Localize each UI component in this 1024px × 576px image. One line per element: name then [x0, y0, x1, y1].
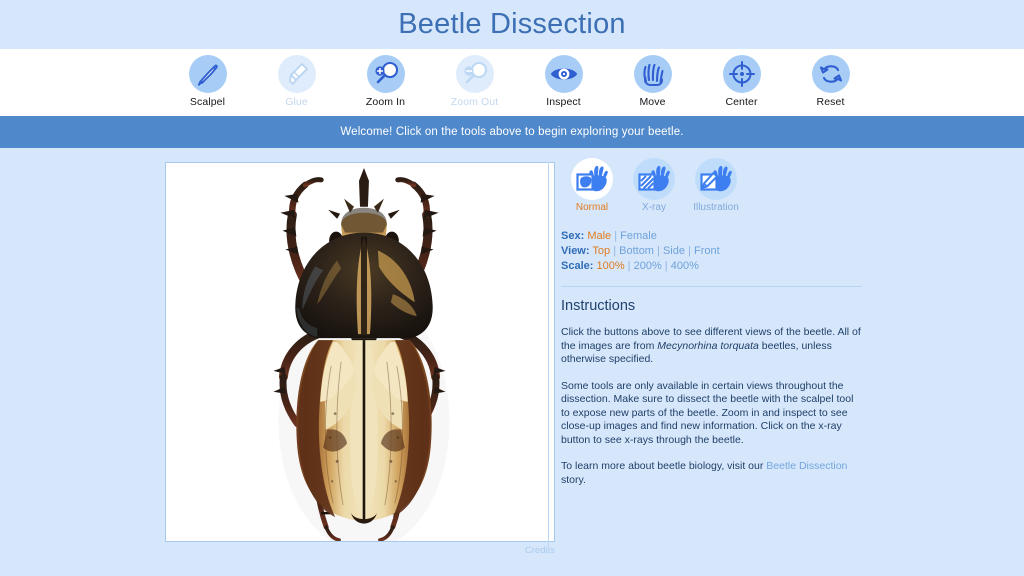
option-sex-female[interactable]: Female: [620, 230, 657, 242]
panel-divider-vertical: [548, 162, 549, 554]
instructions-paragraph-2: Some tools are only available in certain…: [561, 379, 854, 446]
glove-xray-icon: [633, 158, 675, 200]
page-header: Beetle Dissection: [0, 0, 1024, 49]
crosshair-icon: [722, 55, 761, 93]
option-scale-400[interactable]: 400%: [671, 260, 699, 272]
glue-icon: [277, 55, 316, 93]
option-view-top[interactable]: Top: [592, 245, 610, 257]
option-row-view: View: Top | Bottom | Side | Front: [561, 245, 720, 257]
panel-divider-horizontal: [561, 286, 862, 287]
tool-zoom-in[interactable]: Zoom In: [341, 49, 430, 108]
option-list: Sex: Male | Female View: Top | Bottom | …: [561, 229, 881, 274]
instructions-heading: Instructions: [561, 298, 636, 314]
zoom-out-icon: [455, 55, 494, 93]
view-mode-label: Normal: [575, 202, 609, 213]
tool-label: Center: [725, 96, 758, 108]
beetle-image-panel[interactable]: [165, 162, 555, 542]
tool-palette: Scalpel Glue Zoom In Zoom Out Inspect Mo…: [0, 49, 1024, 116]
view-mode-label: Illustration: [693, 202, 739, 213]
beetle-dissection-story-link[interactable]: Beetle Dissection: [766, 460, 847, 472]
page-title: Beetle Dissection: [398, 8, 626, 40]
option-scale-200[interactable]: 200%: [634, 260, 662, 272]
instructions-paragraph-3: To learn more about beetle biology, visi…: [561, 460, 863, 487]
instructions-p3-part-a: To learn more about beetle biology, visi…: [561, 460, 767, 472]
tool-label: Zoom In: [365, 96, 406, 108]
tool-center[interactable]: Center: [697, 49, 786, 108]
glove-pencil-icon: [695, 158, 737, 200]
option-key: Sex:: [561, 230, 585, 242]
instructions-section: Instructions Click the buttons above to …: [561, 298, 863, 487]
glove-frame-icon: [571, 158, 613, 200]
option-key: View:: [561, 245, 590, 257]
view-mode-illustration[interactable]: Illustration: [685, 158, 747, 213]
tool-reset[interactable]: Reset: [786, 49, 875, 108]
banner-message: Welcome! Click on the tools above to beg…: [340, 126, 684, 138]
tool-label: Move: [639, 96, 666, 108]
eye-icon: [544, 55, 583, 93]
credits-link[interactable]: Credits: [165, 545, 555, 556]
tool-zoom-out[interactable]: Zoom Out: [430, 49, 519, 108]
controls-panel: Normal X-ray Illustration Sex: Male | Fe…: [561, 158, 881, 274]
main-stage: Credits Normal X-ray Illustration Sex: M…: [0, 148, 1024, 576]
instructions-paragraph-1: Click the buttons above to see different…: [561, 326, 863, 367]
tool-inspect[interactable]: Inspect: [519, 49, 608, 108]
hand-move-icon: [633, 55, 672, 93]
tool-label: Zoom Out: [450, 96, 499, 108]
option-row-sex: Sex: Male | Female: [561, 230, 657, 242]
option-row-scale: Scale: 100% | 200% | 400%: [561, 260, 699, 272]
tool-label: Inspect: [546, 96, 581, 108]
tool-glue[interactable]: Glue: [252, 49, 341, 108]
view-mode-normal[interactable]: Normal: [561, 158, 623, 213]
view-mode-group: Normal X-ray Illustration: [561, 158, 881, 213]
option-view-bottom[interactable]: Bottom: [619, 245, 654, 257]
tool-label: Scalpel: [189, 96, 226, 108]
refresh-icon: [811, 55, 850, 93]
tool-move[interactable]: Move: [608, 49, 697, 108]
option-sex-male[interactable]: Male: [587, 230, 611, 242]
option-scale-100[interactable]: 100%: [596, 260, 624, 272]
scalpel-icon: [188, 55, 227, 93]
instructions-p3-part-b: story.: [561, 473, 586, 486]
view-mode-xray[interactable]: X-ray: [623, 158, 685, 213]
beetle-specimen-image: [166, 163, 554, 541]
status-banner: Welcome! Click on the tools above to beg…: [0, 116, 1024, 148]
option-view-front[interactable]: Front: [694, 245, 720, 257]
tool-label: Reset: [816, 96, 845, 108]
option-view-side[interactable]: Side: [663, 245, 685, 257]
tool-label: Glue: [285, 96, 308, 108]
tool-scalpel[interactable]: Scalpel: [163, 49, 252, 108]
view-mode-label: X-ray: [642, 202, 666, 213]
option-key: Scale:: [561, 260, 594, 272]
species-name: Mecynorhina torquata: [657, 339, 759, 352]
zoom-in-icon: [366, 55, 405, 93]
